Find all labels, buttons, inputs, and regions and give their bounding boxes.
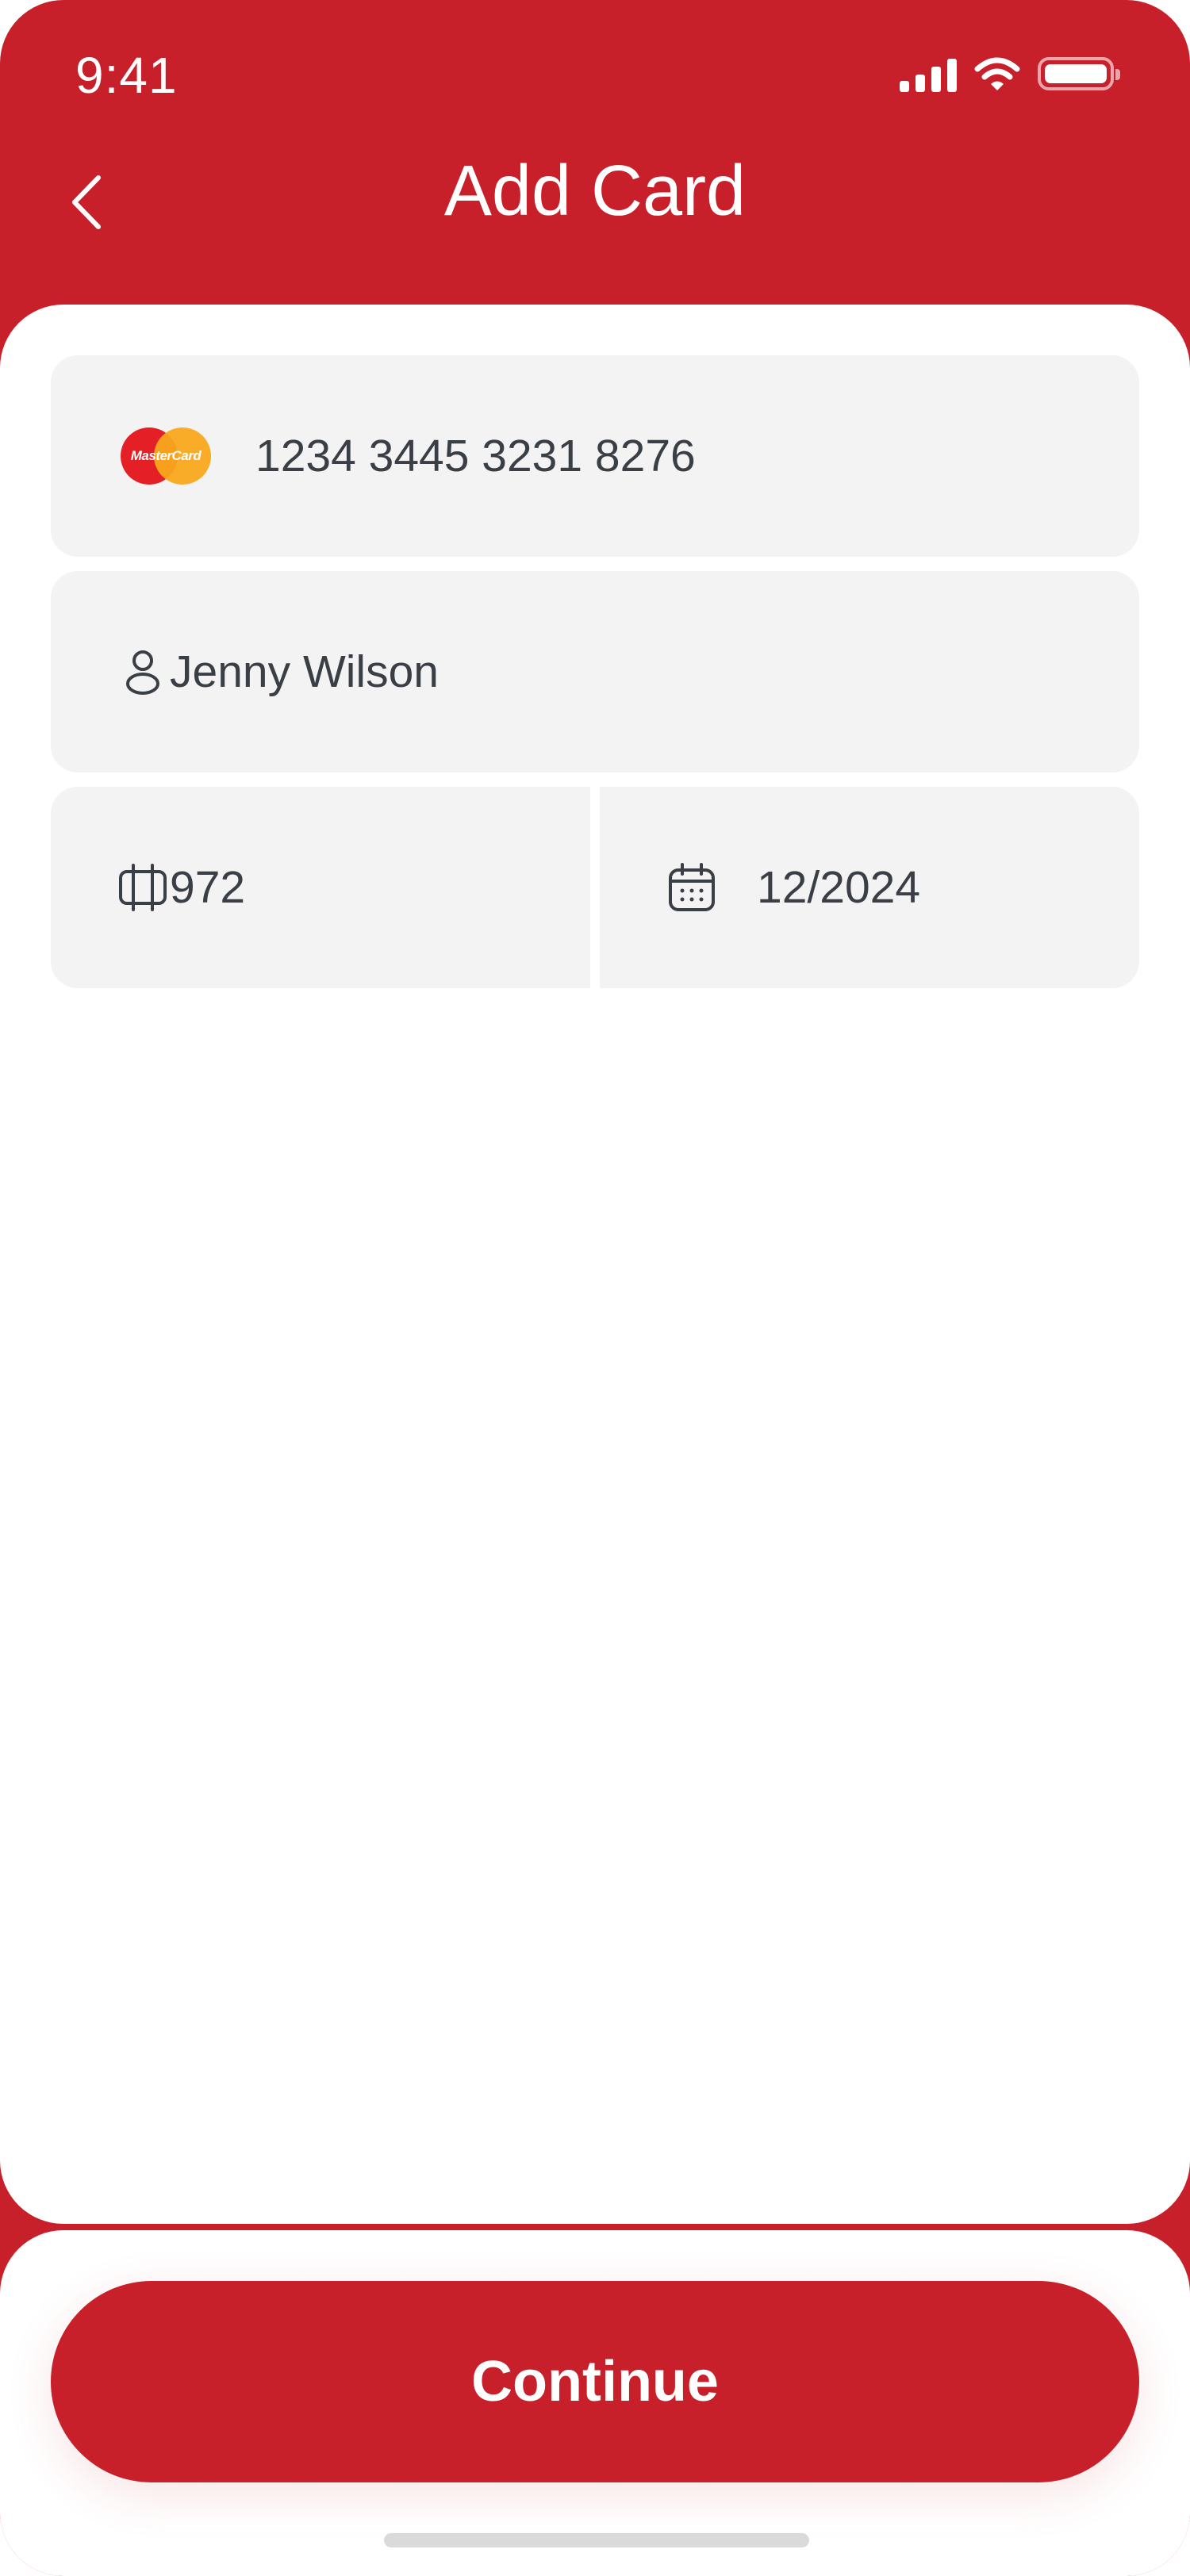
wifi-icon xyxy=(974,57,1020,90)
cardholder-name-field[interactable]: Jenny Wilson xyxy=(51,571,1139,772)
phone-screen: 9:41 Add Card MasterCard 1234 3445 3231 … xyxy=(0,0,1190,2576)
card-number-value: 1234 3445 3231 8276 xyxy=(255,431,696,481)
cvv-field[interactable]: 972 xyxy=(51,787,590,988)
cvv-value: 972 xyxy=(170,862,246,913)
continue-button[interactable]: Continue xyxy=(51,2281,1139,2482)
battery-icon xyxy=(1038,57,1120,90)
status-time: 9:41 xyxy=(75,47,178,104)
card-brand-label: MasterCard xyxy=(130,448,202,463)
user-icon xyxy=(126,650,159,695)
card-cvv-icon xyxy=(119,864,167,911)
calendar-icon xyxy=(669,863,715,911)
signal-icon xyxy=(900,56,957,92)
expiry-date-field[interactable]: 12/2024 xyxy=(600,787,1139,988)
card-number-field[interactable]: MasterCard 1234 3445 3231 8276 xyxy=(51,355,1139,557)
mastercard-logo-icon: MasterCard xyxy=(121,427,211,485)
expiry-date-value: 12/2024 xyxy=(757,862,921,913)
home-indicator xyxy=(384,2533,809,2547)
card-form: MasterCard 1234 3445 3231 8276 Jenny Wil… xyxy=(0,305,1190,2224)
cardholder-name-value: Jenny Wilson xyxy=(170,646,439,697)
status-icons xyxy=(900,56,1120,92)
page-title: Add Card xyxy=(443,151,747,231)
